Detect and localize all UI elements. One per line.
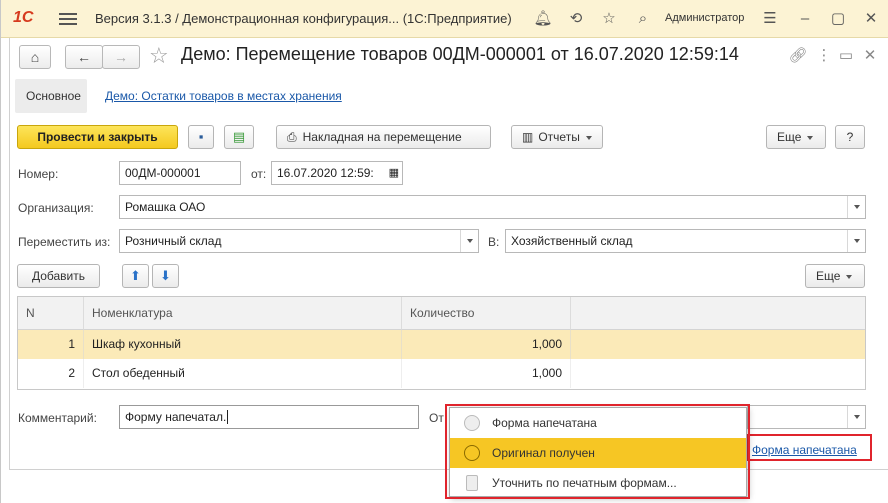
waybill-print-button[interactable]: ⎙ Накладная на перемещение: [276, 125, 491, 149]
tab-main[interactable]: Основное: [26, 89, 81, 103]
current-user[interactable]: Администратор: [665, 12, 744, 24]
1c-logo: 1С: [13, 9, 34, 26]
column-header-item[interactable]: Номенклатура: [84, 297, 402, 330]
form-close-icon[interactable]: ✕: [859, 45, 881, 67]
arrow-down-icon: ⬇: [160, 268, 171, 283]
chevron-down-icon[interactable]: [847, 406, 865, 428]
responsible-field[interactable]: [747, 405, 866, 429]
calendar-icon[interactable]: ▦: [389, 162, 399, 184]
move-from-value: Розничный склад: [125, 234, 222, 248]
organization-label: Организация:: [18, 201, 94, 215]
post-and-close-button[interactable]: Провести и закрыть: [17, 125, 178, 149]
hamburger-menu-icon[interactable]: [59, 10, 77, 26]
add-row-button[interactable]: Добавить: [17, 264, 100, 288]
restore-window-icon[interactable]: ▭: [835, 45, 857, 67]
arrow-up-icon: ⬆: [130, 268, 141, 283]
table-more-button[interactable]: Еще: [805, 264, 865, 288]
date-value: 16.07.2020 12:59:: [277, 166, 374, 180]
link-icon[interactable]: 🔗︎: [787, 45, 809, 67]
more-button[interactable]: Еще: [766, 125, 826, 149]
table-more-label: Еще: [816, 269, 841, 283]
reports-icon: ▥: [522, 130, 534, 144]
back-button[interactable]: ←: [65, 45, 103, 69]
settings-icon[interactable]: ☰: [760, 9, 780, 29]
date-label: от:: [251, 167, 267, 181]
arrow-right-icon: →: [114, 49, 128, 65]
star-icon[interactable]: ☆: [599, 9, 619, 29]
column-header-empty: [571, 297, 865, 330]
chevron-down-icon[interactable]: [847, 230, 865, 252]
row-number: 1: [18, 330, 84, 359]
minimize-icon[interactable]: –: [795, 9, 815, 29]
goods-table: N Номенклатура Количество 1 Шкаф кухонны…: [17, 296, 866, 390]
move-down-button[interactable]: ⬇: [152, 264, 179, 288]
move-from-label: Переместить из:: [18, 235, 111, 249]
home-button[interactable]: ⌂: [19, 45, 51, 69]
move-to-field[interactable]: Хозяйственный склад: [505, 229, 866, 253]
history-icon[interactable]: ⟲: [566, 9, 586, 29]
organization-value: Ромашка ОАО: [125, 200, 206, 214]
row-qty: 1,000: [402, 359, 571, 388]
column-header-n[interactable]: N: [18, 297, 84, 330]
waybill-label: Накладная на перемещение: [302, 130, 462, 144]
row-qty: 1,000: [402, 330, 571, 359]
move-to-label: В:: [488, 235, 500, 249]
more-label: Еще: [777, 130, 802, 144]
favorite-star-icon[interactable]: ☆: [149, 43, 169, 69]
reports-label: Отчеты: [538, 130, 580, 144]
row-item: Шкаф кухонный: [84, 330, 402, 359]
help-button[interactable]: ?: [835, 125, 865, 149]
number-field[interactable]: 00ДМ-000001: [119, 161, 241, 185]
tab-stock-balances[interactable]: Демо: Остатки товаров в местах хранения: [105, 89, 342, 103]
app-window: 1С Версия 3.1.3 / Демонстрационная конфи…: [0, 0, 888, 503]
table-row[interactable]: 1 Шкаф кухонный 1,000: [18, 330, 865, 359]
highlight-frame-popup: [445, 404, 750, 499]
chevron-down-icon: [585, 135, 592, 140]
title-bar: 1С Версия 3.1.3 / Демонстрационная конфи…: [1, 0, 888, 38]
page-title: Демо: Перемещение товаров 00ДМ-000001 от…: [181, 44, 739, 64]
close-icon[interactable]: ✕: [861, 9, 881, 29]
comment-label: Комментарий:: [18, 411, 97, 425]
more-vertical-icon[interactable]: ⋮: [813, 45, 835, 67]
chevron-down-icon[interactable]: [847, 196, 865, 218]
arrow-left-icon: ←: [77, 49, 91, 65]
organization-field[interactable]: Ромашка ОАО: [119, 195, 866, 219]
column-header-qty[interactable]: Количество: [402, 297, 571, 330]
date-field[interactable]: 16.07.2020 12:59: ▦: [271, 161, 403, 185]
search-icon[interactable]: ⌕: [633, 9, 653, 29]
home-icon: ⌂: [30, 49, 40, 65]
number-label: Номер:: [18, 167, 59, 181]
maximize-icon[interactable]: ▢: [828, 9, 848, 29]
reports-button[interactable]: ▥ Отчеты: [511, 125, 603, 149]
app-title: Версия 3.1.3 / Демонстрационная конфигур…: [95, 11, 512, 26]
floppy-disk-icon: ▪: [198, 129, 204, 144]
move-up-button[interactable]: ⬆: [122, 264, 149, 288]
printer-icon: ⎙: [287, 130, 297, 144]
highlight-frame-status: [746, 434, 872, 461]
row-number: 2: [18, 359, 84, 388]
post-document-icon: ▤: [232, 129, 246, 144]
post-button[interactable]: ▤: [224, 125, 254, 149]
save-button[interactable]: ▪: [188, 125, 214, 149]
move-to-value: Хозяйственный склад: [511, 234, 633, 248]
chevron-down-icon: [807, 135, 814, 140]
comment-field[interactable]: Форму напечатал.: [119, 405, 419, 429]
row-item: Стол обеденный: [84, 359, 402, 388]
chevron-down-icon[interactable]: [460, 230, 478, 252]
table-row[interactable]: 2 Стол обеденный 1,000: [18, 359, 865, 388]
bell-icon[interactable]: 🔔︎: [533, 9, 553, 29]
responsible-label: От: [429, 411, 444, 425]
move-from-field[interactable]: Розничный склад: [119, 229, 479, 253]
chevron-down-icon: [846, 274, 853, 279]
forward-button[interactable]: →: [102, 45, 140, 69]
comment-value: Форму напечатал.: [125, 410, 227, 424]
